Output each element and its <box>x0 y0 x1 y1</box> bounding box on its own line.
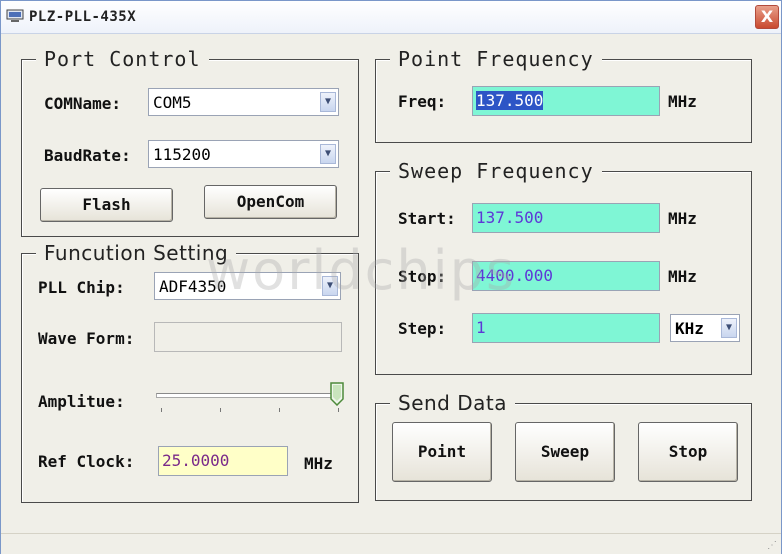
chevron-down-icon[interactable]: ▼ <box>320 92 336 112</box>
function-setting-group: Funcution Setting PLL Chip: ADF4350 ▼ Wa… <box>21 241 359 503</box>
start-label: Start: <box>398 209 456 228</box>
baud-rate-label: BaudRate: <box>44 146 131 165</box>
close-icon: X <box>760 7 774 26</box>
slider-track <box>156 393 342 398</box>
start-field[interactable]: 137.500 <box>472 203 660 233</box>
step-unit-value: KHz <box>675 319 704 338</box>
slider-tick <box>220 408 221 412</box>
freq-field[interactable]: 137.500 <box>472 86 660 116</box>
app-icon <box>6 9 24 22</box>
pll-chip-value: ADF4350 <box>159 277 227 296</box>
port-control-group: Port Control COMName: COM5 ▼ BaudRate: 1… <box>21 47 359 237</box>
resize-grip-icon[interactable]: ⋰ <box>767 540 779 552</box>
stop-unit: MHz <box>668 267 697 286</box>
pll-chip-label: PLL Chip: <box>38 278 125 297</box>
slider-tick <box>338 408 339 412</box>
ref-clock-unit: MHz <box>304 454 333 473</box>
start-unit: MHz <box>668 209 697 228</box>
stop-label: Stop: <box>398 267 447 286</box>
stop-button[interactable]: Stop <box>638 422 738 482</box>
com-name-select[interactable]: COM5 ▼ <box>148 88 339 116</box>
flash-button[interactable]: Flash <box>40 188 173 222</box>
point-frequency-title: Point Frequency <box>390 47 602 71</box>
slider-tick <box>161 408 162 412</box>
chevron-down-icon[interactable]: ▼ <box>322 276 338 296</box>
freq-value: 137.500 <box>476 91 544 110</box>
sweep-button[interactable]: Sweep <box>515 422 615 482</box>
wave-form-label: Wave Form: <box>38 329 135 348</box>
function-setting-title: Funcution Setting <box>36 241 237 265</box>
send-data-title: Send Data <box>390 391 515 415</box>
slider-tick <box>279 408 280 412</box>
window-title: PLZ-PLL-435X <box>29 9 137 25</box>
title-bar[interactable]: PLZ-PLL-435X X <box>1 1 781 34</box>
ref-clock-field[interactable]: 25.0000 <box>158 446 288 476</box>
step-unit-select[interactable]: KHz ▼ <box>670 314 740 342</box>
chevron-down-icon[interactable]: ▼ <box>721 318 737 338</box>
amplitude-slider[interactable] <box>156 382 346 416</box>
step-field[interactable]: 1 <box>472 313 660 343</box>
point-button[interactable]: Point <box>392 422 492 482</box>
amplitude-label: Amplitue: <box>38 392 125 411</box>
sweep-frequency-title: Sweep Frequency <box>390 159 602 183</box>
ref-clock-label: Ref Clock: <box>38 452 135 471</box>
port-control-title: Port Control <box>36 47 209 71</box>
com-name-value: COM5 <box>153 93 192 112</box>
baud-rate-select[interactable]: 115200 ▼ <box>148 140 339 168</box>
stop-field[interactable]: 4400.000 <box>472 261 660 291</box>
status-bar: ⋰ <box>1 533 781 554</box>
slider-thumb[interactable] <box>330 382 344 406</box>
baud-rate-value: 115200 <box>153 145 211 164</box>
opencom-button[interactable]: OpenCom <box>204 185 337 219</box>
freq-unit: MHz <box>668 92 697 111</box>
wave-form-field[interactable] <box>154 322 342 352</box>
com-name-label: COMName: <box>44 94 122 113</box>
app-window: PLZ-PLL-435X X Port Control COMName: COM… <box>0 0 782 554</box>
freq-label: Freq: <box>398 92 447 111</box>
step-label: Step: <box>398 319 447 338</box>
close-button[interactable]: X <box>755 5 779 29</box>
pll-chip-select[interactable]: ADF4350 ▼ <box>154 272 341 300</box>
sweep-frequency-group: Sweep Frequency Start: 137.500 MHz Stop:… <box>375 159 752 375</box>
send-data-group: Send Data Point Sweep Stop <box>375 391 752 501</box>
point-frequency-group: Point Frequency Freq: 137.500 MHz <box>375 47 752 143</box>
chevron-down-icon[interactable]: ▼ <box>320 144 336 164</box>
